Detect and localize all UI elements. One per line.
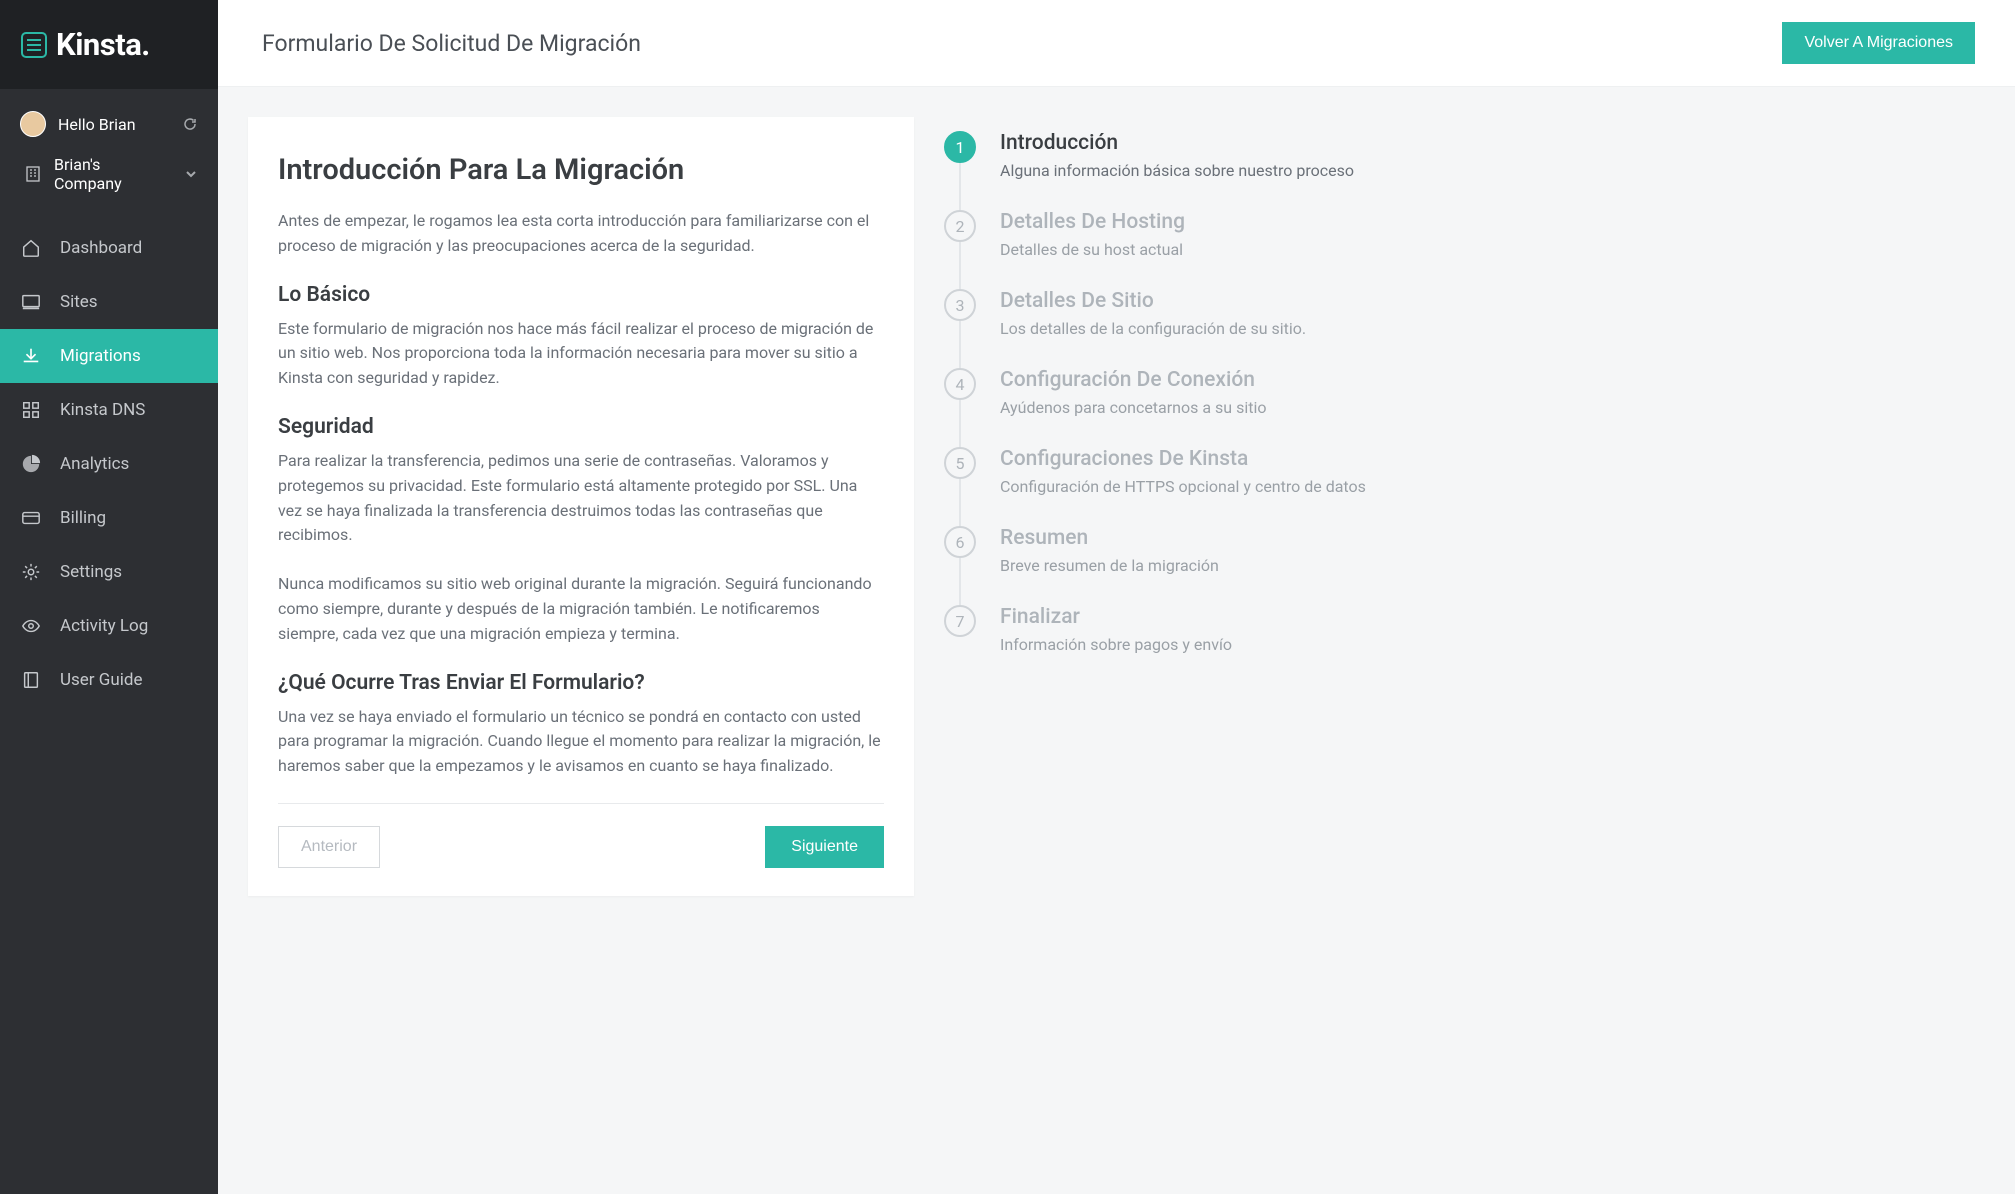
user-greeting: Hello Brian <box>58 115 170 134</box>
sidebar-item-dns[interactable]: Kinsta DNS <box>0 383 218 437</box>
step-title: Resumen <box>1000 526 1219 550</box>
download-icon <box>20 345 42 367</box>
sidebar-item-label: Kinsta DNS <box>60 400 145 420</box>
sidebar: Kinsta. Hello Brian <box>0 0 218 1194</box>
step-desc: Alguna información básica sobre nuestro … <box>1000 161 1354 180</box>
steps-list: 1 Introducción Alguna información básica… <box>944 117 1991 684</box>
sidebar-item-sites[interactable]: Sites <box>0 275 218 329</box>
user-row[interactable]: Hello Brian <box>20 103 198 145</box>
sidebar-item-label: Billing <box>60 508 106 528</box>
logo[interactable]: Kinsta. <box>0 0 218 89</box>
step-desc: Configuración de HTTPS opcional y centro… <box>1000 477 1366 496</box>
step-6[interactable]: 6 Resumen Breve resumen de la migración <box>944 526 1991 605</box>
sidebar-item-billing[interactable]: Billing <box>0 491 218 545</box>
step-number: 7 <box>944 605 976 637</box>
card-footer: Anterior Siguiente <box>278 826 884 868</box>
content: Introducción Para La Migración Antes de … <box>218 87 2015 926</box>
step-title: Finalizar <box>1000 605 1232 629</box>
user-area: Hello Brian Brian's Company <box>0 89 218 211</box>
step-number: 2 <box>944 210 976 242</box>
avatar <box>20 111 46 137</box>
home-icon <box>20 237 42 259</box>
paragraph-after: Una vez se haya enviado el formulario un… <box>278 705 884 779</box>
step-4[interactable]: 4 Configuración De Conexión Ayúdenos par… <box>944 368 1991 447</box>
step-3[interactable]: 3 Detalles De Sitio Los detalles de la c… <box>944 289 1991 368</box>
heading-basic: Lo Básico <box>278 283 884 307</box>
building-icon <box>24 165 42 183</box>
monitor-icon <box>20 291 42 313</box>
book-icon <box>20 669 42 691</box>
step-number: 1 <box>944 131 976 163</box>
step-title: Configuraciones De Kinsta <box>1000 447 1366 471</box>
step-7[interactable]: 7 Finalizar Información sobre pagos y en… <box>944 605 1991 684</box>
step-number: 5 <box>944 447 976 479</box>
main: Formulario De Solicitud De Migración Vol… <box>218 0 2015 1194</box>
brand-name: Kinsta. <box>56 26 150 63</box>
eye-icon <box>20 615 42 637</box>
page-title: Formulario De Solicitud De Migración <box>262 30 641 57</box>
pie-icon <box>20 453 42 475</box>
refresh-icon[interactable] <box>182 116 198 132</box>
main-nav: Dashboard Sites Migrations Kinsta DNS <box>0 211 218 707</box>
sidebar-item-guide[interactable]: User Guide <box>0 653 218 707</box>
next-button[interactable]: Siguiente <box>765 826 884 868</box>
step-desc: Ayúdenos para concetarnos a su sitio <box>1000 398 1266 417</box>
sidebar-item-label: Dashboard <box>60 238 142 258</box>
paragraph-basic: Este formulario de migración nos hace má… <box>278 317 884 391</box>
company-name: Brian's Company <box>54 155 172 193</box>
grid-icon <box>20 399 42 421</box>
step-desc: Breve resumen de la migración <box>1000 556 1219 575</box>
sidebar-item-label: User Guide <box>60 670 142 690</box>
gear-icon <box>20 561 42 583</box>
card-title: Introducción Para La Migración <box>278 153 884 187</box>
card-icon <box>20 507 42 529</box>
back-to-migrations-button[interactable]: Volver A Migraciones <box>1782 22 1975 64</box>
card-intro: Antes de empezar, le rogamos lea esta co… <box>278 209 884 259</box>
step-number: 3 <box>944 289 976 321</box>
prev-button[interactable]: Anterior <box>278 826 380 868</box>
step-1[interactable]: 1 Introducción Alguna información básica… <box>944 131 1991 210</box>
step-number: 4 <box>944 368 976 400</box>
sidebar-item-activity[interactable]: Activity Log <box>0 599 218 653</box>
sidebar-item-dashboard[interactable]: Dashboard <box>0 221 218 275</box>
sidebar-item-label: Sites <box>60 292 98 312</box>
sidebar-item-label: Migrations <box>60 346 141 366</box>
logo-icon <box>20 31 48 59</box>
step-5[interactable]: 5 Configuraciones De Kinsta Configuració… <box>944 447 1991 526</box>
topbar: Formulario De Solicitud De Migración Vol… <box>218 0 2015 87</box>
heading-after: ¿Qué Ocurre Tras Enviar El Formulario? <box>278 671 884 695</box>
heading-security: Seguridad <box>278 415 884 439</box>
step-desc: Detalles de su host actual <box>1000 240 1185 259</box>
sidebar-item-label: Analytics <box>60 454 129 474</box>
paragraph-security-1: Para realizar la transferencia, pedimos … <box>278 449 884 548</box>
step-title: Configuración De Conexión <box>1000 368 1266 392</box>
step-number: 6 <box>944 526 976 558</box>
sidebar-item-settings[interactable]: Settings <box>0 545 218 599</box>
sidebar-item-label: Settings <box>60 562 122 582</box>
step-2[interactable]: 2 Detalles De Hosting Detalles de su hos… <box>944 210 1991 289</box>
sidebar-item-label: Activity Log <box>60 616 148 636</box>
company-selector[interactable]: Brian's Company <box>20 145 198 207</box>
step-title: Introducción <box>1000 131 1354 155</box>
step-title: Detalles De Sitio <box>1000 289 1306 313</box>
chevron-down-icon <box>184 167 198 181</box>
paragraph-security-2: Nunca modificamos su sitio web original … <box>278 572 884 646</box>
intro-card: Introducción Para La Migración Antes de … <box>248 117 914 896</box>
sidebar-item-migrations[interactable]: Migrations <box>0 329 218 383</box>
divider <box>278 803 884 804</box>
step-desc: Información sobre pagos y envío <box>1000 635 1232 654</box>
step-title: Detalles De Hosting <box>1000 210 1185 234</box>
step-desc: Los detalles de la configuración de su s… <box>1000 319 1306 338</box>
sidebar-item-analytics[interactable]: Analytics <box>0 437 218 491</box>
